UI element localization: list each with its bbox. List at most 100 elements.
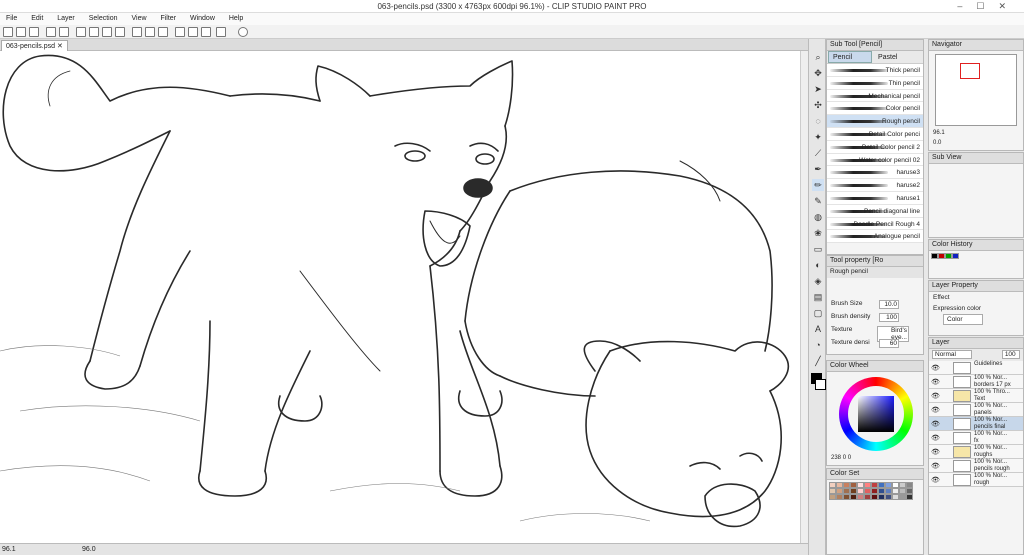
blend-icon[interactable]: ◐ <box>812 259 824 271</box>
tab-pastel[interactable]: Pastel <box>874 52 918 64</box>
brush-size-row[interactable]: Brush Size 10.0 <box>827 298 923 311</box>
brush-item[interactable]: Analogue pencil <box>827 230 923 244</box>
navigator-thumbnail[interactable] <box>935 54 1017 126</box>
brush-item[interactable]: Doodle Pencil Rough 4 <box>827 217 923 231</box>
texture-density-row[interactable]: Texture densi 60 <box>827 337 923 350</box>
operation-tool-icon[interactable]: ➤ <box>812 83 824 95</box>
brush-item[interactable]: Pencil diagonal line <box>827 204 923 218</box>
layer-row-selected[interactable]: 👁 100 % Nor... pencils final <box>929 417 1023 431</box>
sub-color-swatch[interactable] <box>815 379 826 390</box>
eye-icon[interactable]: 👁 <box>931 378 940 386</box>
text-tool-icon[interactable]: A <box>812 323 824 335</box>
menu-window[interactable]: Window <box>184 13 221 22</box>
fill-tool-icon[interactable]: ◈ <box>812 275 824 287</box>
brush-item[interactable]: haruse1 <box>827 191 923 205</box>
canvas-scrollbar[interactable] <box>800 51 808 543</box>
redo-icon[interactable] <box>59 27 69 37</box>
zoom-tool-icon[interactable]: ⌕ <box>812 51 824 63</box>
brush-item[interactable]: Detail Color pencil 2 <box>827 140 923 154</box>
menu-layer[interactable]: Layer <box>51 13 81 22</box>
toolbar-dropdown-icon[interactable] <box>216 27 226 37</box>
eyedropper-icon[interactable]: ⟋ <box>812 147 824 159</box>
brush-icon[interactable]: ✎ <box>812 195 824 207</box>
brush-item[interactable]: Color pencil <box>827 102 923 116</box>
eye-icon[interactable]: 👁 <box>931 406 940 414</box>
pen-icon[interactable]: ✒ <box>812 163 824 175</box>
figure-icon[interactable]: ▢ <box>812 307 824 319</box>
deselect-icon[interactable] <box>89 27 99 37</box>
decoration-icon[interactable]: ❀ <box>812 227 824 239</box>
select-all-icon[interactable] <box>76 27 86 37</box>
navigator-angle[interactable]: 0.0 <box>933 140 941 146</box>
texture-density-value[interactable]: 60 <box>879 339 899 348</box>
layer-row[interactable]: 👁 100 % Nor... panels <box>929 403 1023 417</box>
crop-icon[interactable] <box>115 27 125 37</box>
menu-edit[interactable]: Edit <box>25 13 49 22</box>
navigator-zoom[interactable]: 96.1 <box>933 130 945 136</box>
eye-icon[interactable]: 👁 <box>931 476 940 484</box>
move-tool-icon[interactable]: ✥ <box>812 67 824 79</box>
eye-icon[interactable]: 👁 <box>931 420 940 428</box>
color-wheel[interactable] <box>839 377 913 451</box>
zoom-readout[interactable]: 96.1 <box>2 546 16 553</box>
copy-icon[interactable] <box>158 27 168 37</box>
new-file-icon[interactable] <box>3 27 13 37</box>
snap-icon[interactable] <box>188 27 198 37</box>
brush-item[interactable]: Mechanical pencil <box>827 89 923 103</box>
brush-density-value[interactable]: 100 <box>879 313 899 322</box>
layer-row[interactable]: 👁 100 % Nor... roughs <box>929 445 1023 459</box>
open-file-icon[interactable] <box>16 27 26 37</box>
blend-mode-select[interactable]: Normal <box>932 350 972 359</box>
ruler-icon[interactable] <box>175 27 185 37</box>
layer-row[interactable]: 👁 100 % Nor... borders 17 px <box>929 375 1023 389</box>
eye-icon[interactable]: 👁 <box>931 392 940 400</box>
menu-help[interactable]: Help <box>223 13 249 22</box>
eye-icon[interactable]: 👁 <box>931 364 940 372</box>
brush-density-row[interactable]: Brush density 100 <box>827 311 923 324</box>
menu-view[interactable]: View <box>125 13 152 22</box>
tab-pencil[interactable]: Pencil <box>828 51 872 63</box>
expression-color-select[interactable]: Color <box>943 314 983 325</box>
menu-file[interactable]: File <box>0 13 23 22</box>
eye-icon[interactable]: 👁 <box>931 462 940 470</box>
layer-row[interactable]: 👁 Guidelines <box>929 361 1023 375</box>
eraser-icon[interactable]: ▭ <box>812 243 824 255</box>
balloon-icon[interactable]: ◔ <box>812 339 824 351</box>
layer-row[interactable]: 👁 100 % Thro... Text <box>929 389 1023 403</box>
transform-icon[interactable] <box>102 27 112 37</box>
layer-row[interactable]: 👁 100 % Nor... fx <box>929 431 1023 445</box>
help-icon[interactable] <box>238 27 248 37</box>
lasso-icon[interactable]: ◌ <box>812 115 824 127</box>
menu-filter[interactable]: Filter <box>154 13 182 22</box>
menu-selection[interactable]: Selection <box>83 13 124 22</box>
save-icon[interactable] <box>29 27 39 37</box>
canvas[interactable] <box>0 51 800 543</box>
brush-item[interactable]: haruse2 <box>827 179 923 192</box>
color-history-swatches[interactable] <box>929 251 1023 261</box>
layer-row[interactable]: 👁 100 % Nor... pencils rough <box>929 459 1023 473</box>
brush-size-value[interactable]: 10.0 <box>879 300 899 309</box>
move-layer-icon[interactable]: ✣ <box>812 99 824 111</box>
pencil-tool-icon[interactable]: ✏ <box>812 179 824 191</box>
brush-item[interactable]: Thick pencil <box>827 64 923 77</box>
layer-row[interactable]: 👁 100 % Nor... rough <box>929 473 1023 487</box>
ruler-tool-icon[interactable]: ╱ <box>812 355 824 367</box>
color-set-grid[interactable] <box>827 480 923 502</box>
opacity-field[interactable]: 100 <box>1001 350 1020 359</box>
eye-icon[interactable]: 👁 <box>931 448 940 456</box>
texture-row[interactable]: Texture Bird's eye... <box>827 324 923 342</box>
brush-item[interactable]: Thin pencil <box>827 76 923 90</box>
angle-readout[interactable]: 96.0 <box>82 546 96 553</box>
close-tab-icon[interactable]: ✕ <box>57 43 63 50</box>
eye-icon[interactable]: 👁 <box>931 434 940 442</box>
clear-icon[interactable] <box>132 27 142 37</box>
undo-icon[interactable] <box>46 27 56 37</box>
brush-item[interactable]: Water color pencil 02 <box>827 153 923 167</box>
save-copy-icon[interactable] <box>201 27 211 37</box>
brush-item[interactable]: Detail Color penci <box>827 127 923 141</box>
saturation-square[interactable] <box>858 396 894 432</box>
brush-item[interactable]: haruse3 <box>827 166 923 180</box>
document-tab[interactable]: 063-pencils.psd ✕ <box>1 40 68 51</box>
airbrush-icon[interactable]: ◍ <box>812 211 824 223</box>
gradient-icon[interactable]: ▤ <box>812 291 824 303</box>
